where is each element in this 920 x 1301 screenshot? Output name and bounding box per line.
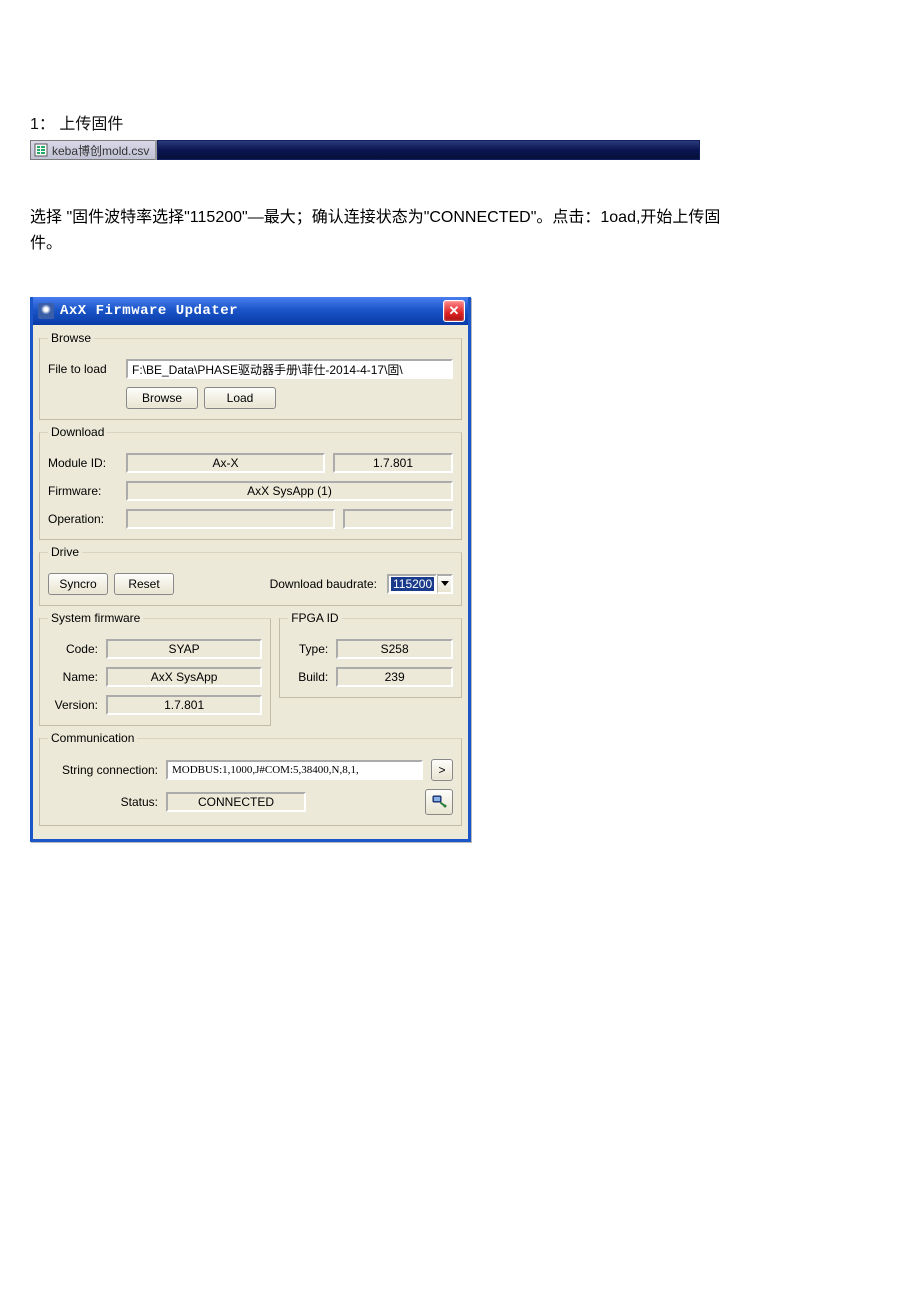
operation-left bbox=[126, 509, 335, 529]
drive-legend: Drive bbox=[48, 545, 82, 559]
name-value: AxX SysApp bbox=[106, 667, 262, 687]
doc-paragraph: 选择 "固件波特率选择"115200"—最大；确认连接状态为"CONNECTED… bbox=[30, 205, 730, 257]
string-connection-input[interactable]: MODBUS:1,1000,J#COM:5,38400,N,8,1, bbox=[166, 760, 423, 780]
string-connection-label: String connection: bbox=[48, 763, 158, 777]
chevron-down-icon bbox=[441, 581, 449, 587]
module-id-label: Module ID: bbox=[48, 456, 118, 470]
browse-legend: Browse bbox=[48, 331, 94, 345]
code-value: SYAP bbox=[106, 639, 262, 659]
file-to-load-input[interactable]: F:\BE_Data\PHASE驱动器手册\菲仕-2014-4-17\固\ bbox=[126, 359, 453, 379]
status-value: CONNECTED bbox=[166, 792, 306, 812]
close-button[interactable]: ✕ bbox=[443, 300, 465, 322]
string-connection-more-button[interactable]: > bbox=[431, 759, 453, 781]
taskbar-file-label: keba博创mold.csv bbox=[52, 142, 149, 159]
doc-heading: 1： 上传固件 bbox=[30, 110, 890, 134]
version-label: Version: bbox=[48, 698, 98, 712]
close-icon: ✕ bbox=[449, 303, 460, 319]
module-id-value: Ax-X bbox=[126, 453, 325, 473]
load-button[interactable]: Load bbox=[204, 387, 276, 409]
syncro-button[interactable]: Syncro bbox=[48, 573, 108, 595]
taskbar-dark-area bbox=[157, 140, 700, 160]
fpga-type-value: S258 bbox=[336, 639, 453, 659]
firmware-label: Firmware: bbox=[48, 484, 118, 498]
fpga-type-label: Type: bbox=[288, 642, 328, 656]
fpga-build-label: Build: bbox=[288, 670, 328, 684]
comm-legend: Communication bbox=[48, 731, 137, 745]
sysfw-legend: System firmware bbox=[48, 611, 143, 625]
status-label: Status: bbox=[48, 795, 158, 809]
connection-settings-button[interactable] bbox=[425, 789, 453, 815]
firmware-value: AxX SysApp (1) bbox=[126, 481, 453, 501]
browse-group: Browse File to load F:\BE_Data\PHASE驱动器手… bbox=[39, 331, 462, 420]
download-legend: Download bbox=[48, 425, 107, 439]
firmware-updater-window: AxX Firmware Updater ✕ Browse File to lo… bbox=[30, 297, 471, 842]
taskbar-row: keba博创mold.csv bbox=[30, 140, 700, 160]
baudrate-label: Download baudrate: bbox=[180, 577, 381, 591]
fpga-id-group: FPGA ID Type: S258 Build: 239 bbox=[279, 611, 462, 698]
system-firmware-group: System firmware Code: SYAP Name: AxX Sys… bbox=[39, 611, 271, 726]
file-icon bbox=[34, 143, 48, 157]
module-version-value: 1.7.801 bbox=[333, 453, 453, 473]
connection-icon bbox=[431, 793, 447, 812]
operation-right bbox=[343, 509, 453, 529]
communication-group: Communication String connection: MODBUS:… bbox=[39, 731, 462, 826]
window-title: AxX Firmware Updater bbox=[60, 303, 443, 319]
taskbar-file-item[interactable]: keba博创mold.csv bbox=[30, 140, 155, 160]
fpga-build-value: 239 bbox=[336, 667, 453, 687]
code-label: Code: bbox=[48, 642, 98, 656]
reset-button[interactable]: Reset bbox=[114, 573, 174, 595]
baudrate-dropdown-button[interactable] bbox=[437, 574, 453, 594]
drive-group: Drive Syncro Reset Download baudrate: 11… bbox=[39, 545, 462, 606]
window-titlebar[interactable]: AxX Firmware Updater ✕ bbox=[33, 297, 468, 325]
baudrate-value: 115200 bbox=[391, 577, 434, 591]
baudrate-select[interactable]: 115200 bbox=[387, 574, 453, 594]
download-group: Download Module ID: Ax-X 1.7.801 Firmwar… bbox=[39, 425, 462, 540]
browse-button[interactable]: Browse bbox=[126, 387, 198, 409]
file-to-load-label: File to load bbox=[48, 362, 118, 376]
app-icon bbox=[38, 303, 54, 319]
version-value: 1.7.801 bbox=[106, 695, 262, 715]
name-label: Name: bbox=[48, 670, 98, 684]
fpga-legend: FPGA ID bbox=[288, 611, 341, 625]
operation-label: Operation: bbox=[48, 512, 118, 526]
